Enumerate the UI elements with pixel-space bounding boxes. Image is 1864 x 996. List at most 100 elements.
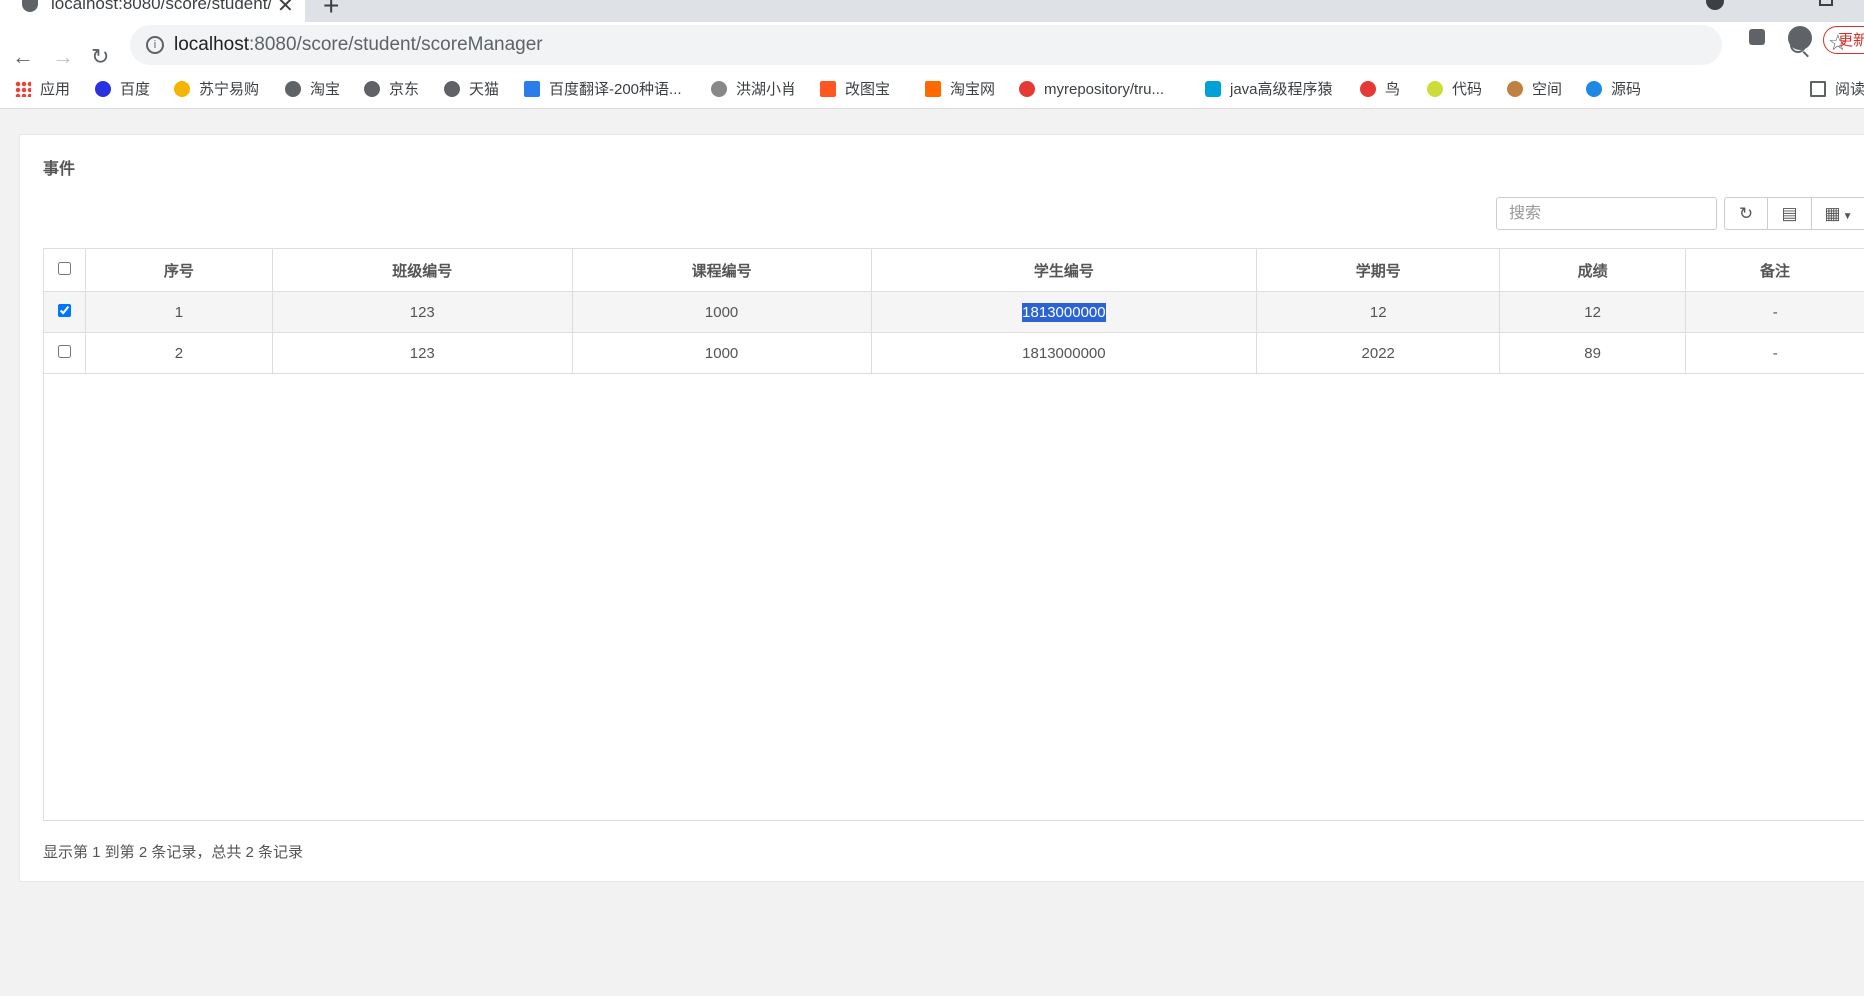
page-content: 事件 ↻ ▤ ▦▼ 序号 班级编号 课程编号 学生编号 学期号 成绩 备注 <box>0 109 1864 996</box>
bookmark-label: 苏宁易购 <box>199 81 260 98</box>
column-header[interactable]: 学期号 <box>1256 248 1501 292</box>
table-cell: 89 <box>1499 332 1686 374</box>
table-cell: - <box>1685 291 1864 333</box>
bookmark-label: 淘宝网 <box>950 81 996 98</box>
bookmark-tmall[interactable]: 天猫 <box>444 78 499 102</box>
bookmark-taobaowang[interactable]: 淘宝网 <box>925 78 995 102</box>
globe-icon <box>22 0 38 12</box>
columns-button[interactable]: ▦ ▼ <box>1811 197 1864 230</box>
bookmark-suning[interactable]: 苏宁易购 <box>174 78 259 102</box>
bookmark-reading-list[interactable]: 阅读 <box>1810 78 1864 102</box>
table-row[interactable]: 2 123 1000 1813000000 2022 89 - <box>43 332 1864 374</box>
forward-icon[interactable]: → <box>52 46 74 68</box>
column-header[interactable]: 序号 <box>84 248 273 292</box>
bookmark-myrepository[interactable]: myrepository/tru... <box>1019 78 1164 102</box>
bookmark-label: 改图宝 <box>845 81 891 98</box>
new-tab-icon[interactable]: + <box>323 0 339 22</box>
restore-window-icon[interactable] <box>1819 0 1833 6</box>
row-checkbox[interactable] <box>57 344 71 358</box>
table-cell: 12 <box>1499 291 1686 333</box>
gaitubao-icon <box>820 81 836 97</box>
globe-icon <box>285 81 301 97</box>
extensions-icon[interactable] <box>1749 29 1765 45</box>
address-bar[interactable]: i localhost:8080/score/student/scoreMana… <box>130 25 1848 65</box>
bookmark-apps[interactable]: 应用 <box>15 78 70 102</box>
column-header[interactable]: 课程编号 <box>571 248 872 292</box>
select-all-checkbox[interactable] <box>57 261 71 275</box>
bookmark-label: 百度 <box>120 81 151 98</box>
column-header[interactable]: 班级编号 <box>271 248 573 292</box>
table-cell: 123 <box>271 291 573 333</box>
browser-tab[interactable]: localhost:8080/score/student/ ✕ <box>0 0 305 22</box>
table-cell: - <box>1685 332 1864 374</box>
refresh-icon: ↻ <box>1738 204 1754 223</box>
globe-icon <box>364 81 380 97</box>
pagination-info: 显示第 1 到第 2 条记录，总共 2 条记录 <box>43 844 304 861</box>
bookmark-baidu-translate[interactable]: 百度翻译-200种语... <box>524 78 682 102</box>
bookmark-label: 洪湖小肖 <box>736 81 797 98</box>
profile-avatar-icon[interactable] <box>1788 26 1812 50</box>
table-cell: 123 <box>271 332 573 374</box>
table-cell: 1000 <box>571 332 871 374</box>
baidu-paw-icon <box>95 81 111 97</box>
bookmark-label: java高级程序猿 <box>1230 81 1333 98</box>
toggle-view-button[interactable]: ▤ <box>1767 197 1812 230</box>
taobao-icon <box>925 81 941 97</box>
table-cell: 1 <box>84 291 273 333</box>
column-header[interactable]: 成绩 <box>1499 248 1687 292</box>
translate-icon <box>524 81 540 97</box>
events-panel: 事件 ↻ ▤ ▦▼ 序号 班级编号 课程编号 学生编号 学期号 成绩 备注 <box>19 134 1864 882</box>
bookmark-source[interactable]: 源码 <box>1586 78 1641 102</box>
table-cell: 1000 <box>571 291 871 333</box>
tab-title: localhost:8080/score/student/ <box>51 0 273 13</box>
bookmark-space[interactable]: 空间 <box>1507 78 1562 102</box>
row-select-cell <box>43 291 86 333</box>
selected-text: 1813000000 <box>1022 302 1106 322</box>
bookmark-label: 应用 <box>40 81 71 98</box>
tab-strip: localhost:8080/score/student/ ✕ + <box>0 0 1864 22</box>
back-icon[interactable]: ← <box>12 46 34 68</box>
tab-search-icon[interactable] <box>1706 0 1724 10</box>
column-header[interactable]: 备注 <box>1685 248 1864 292</box>
bookmark-label: 百度翻译-200种语... <box>549 81 682 98</box>
url-text: localhost:8080/score/student/scoreManage… <box>174 34 543 56</box>
table-row[interactable]: 1 123 1000 1813000000 12 12 - <box>43 291 1864 333</box>
bookmark-jd[interactable]: 京东 <box>364 78 419 102</box>
bookmark-taobao[interactable]: 淘宝 <box>285 78 340 102</box>
bookmark-java[interactable]: java高级程序猿 <box>1205 78 1333 102</box>
row-checkbox[interactable] <box>57 303 71 317</box>
select-all-cell <box>43 248 86 292</box>
globe-icon <box>444 81 460 97</box>
panel-title: 事件 <box>43 161 76 178</box>
url-path: :8080/score/student/scoreManager <box>249 34 543 55</box>
bird-icon <box>1360 81 1376 97</box>
bookmark-gaitubao[interactable]: 改图宝 <box>820 78 890 102</box>
bookmark-niao[interactable]: 鸟 <box>1360 78 1400 102</box>
table-cell: 1813000000 <box>870 332 1257 374</box>
bookmark-label: 鸟 <box>1385 81 1401 98</box>
card-view-icon: ▤ <box>1781 204 1798 223</box>
bookmarks-bar: 应用 百度 苏宁易购 淘宝 京东 天猫 百度翻译-200种语... 洪湖小肖 改… <box>0 72 1864 109</box>
update-button[interactable]: 更新 <box>1823 26 1864 54</box>
bookmark-baidu[interactable]: 百度 <box>95 78 150 102</box>
bookmark-honghu[interactable]: 洪湖小肖 <box>711 78 796 102</box>
reload-icon[interactable]: ↻ <box>91 46 109 68</box>
close-tab-icon[interactable]: ✕ <box>277 0 294 18</box>
search-input[interactable] <box>1496 197 1717 230</box>
table-header-row: 序号 班级编号 课程编号 学生编号 学期号 成绩 备注 <box>43 248 1864 292</box>
bookmark-label: 代码 <box>1452 81 1483 98</box>
bird-icon <box>711 81 727 97</box>
bookmark-label: 源码 <box>1611 81 1642 98</box>
table-cell: 2022 <box>1256 332 1500 374</box>
table-cell: 2 <box>84 332 273 374</box>
refresh-button[interactable]: ↻ <box>1724 197 1768 230</box>
url-host: localhost <box>174 34 249 55</box>
bookmark-label: 空间 <box>1532 81 1563 98</box>
suning-icon <box>174 81 190 97</box>
bookmark-label: 京东 <box>389 81 420 98</box>
reading-list-icon <box>1810 81 1826 97</box>
column-header[interactable]: 学生编号 <box>870 248 1258 292</box>
bookmark-code[interactable]: 代码 <box>1427 78 1482 102</box>
score-table: 序号 班级编号 课程编号 学生编号 学期号 成绩 备注 1 123 1000 1… <box>43 248 1864 374</box>
site-info-icon[interactable]: i <box>146 36 164 54</box>
